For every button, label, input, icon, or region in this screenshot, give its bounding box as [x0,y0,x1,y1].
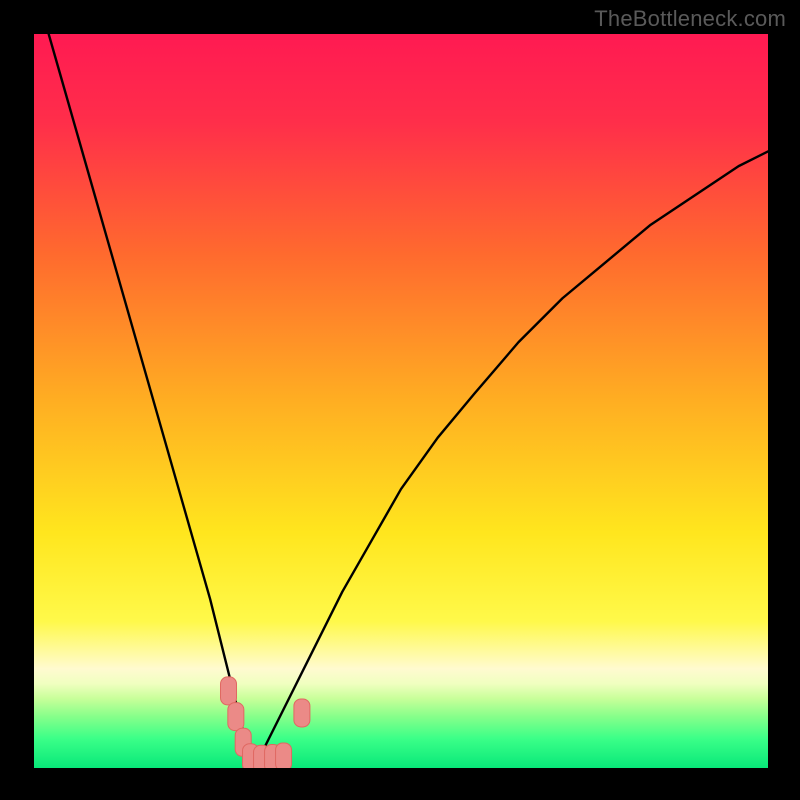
plot-area [34,34,768,768]
marker-point [221,677,237,705]
marker-point [228,703,244,731]
outer-frame: TheBottleneck.com [0,0,800,800]
chart-svg [34,34,768,768]
gradient-background [34,34,768,768]
marker-point [276,743,292,768]
attribution-text: TheBottleneck.com [594,6,786,32]
marker-point [294,699,310,727]
